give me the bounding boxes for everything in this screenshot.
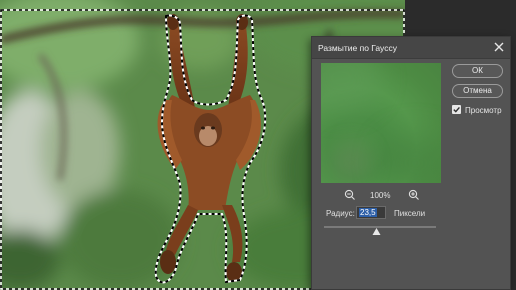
close-icon[interactable] <box>492 40 506 54</box>
checkmark-icon <box>453 106 460 113</box>
preview-blur-patch <box>321 63 381 113</box>
zoom-in-icon[interactable] <box>408 189 420 201</box>
preview-blur-patch <box>331 143 371 183</box>
radius-value: 23,5 <box>359 208 377 217</box>
preview-checkbox-label: Просмотр <box>465 106 502 115</box>
ok-button[interactable]: ОК <box>452 64 503 78</box>
blur-preview-pane[interactable] <box>321 63 441 183</box>
cancel-button[interactable]: Отмена <box>452 84 503 98</box>
zoom-level: 100% <box>370 191 391 200</box>
radius-unit-label: Пиксели <box>394 209 426 218</box>
slider-triangle-icon[interactable] <box>372 227 381 236</box>
dialog-title: Размытие по Гауссу <box>318 43 397 53</box>
preview-blur-patch <box>381 133 441 183</box>
gaussian-blur-dialog: Размытие по Гауссу 100% Радиус: 23,5 Пик… <box>311 36 511 290</box>
radius-input[interactable]: 23,5 <box>356 206 386 219</box>
zoom-out-icon[interactable] <box>344 189 356 201</box>
dialog-titlebar[interactable]: Размытие по Гауссу <box>312 37 510 59</box>
radius-label: Радиус: <box>326 209 355 218</box>
preview-checkbox[interactable] <box>452 105 461 114</box>
photoshop-workspace: Размытие по Гауссу 100% Радиус: 23,5 Пик… <box>0 0 516 290</box>
